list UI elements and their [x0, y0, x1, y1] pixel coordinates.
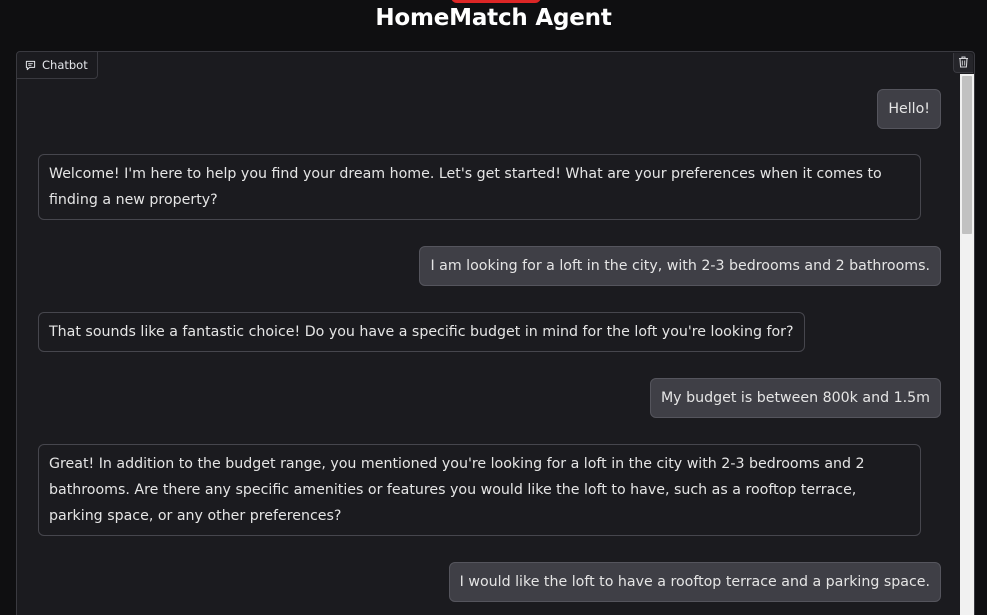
chat-scrollbar[interactable] — [960, 74, 974, 615]
chat-scrollbar-thumb[interactable] — [962, 76, 972, 234]
chatbot-label: Chatbot — [17, 52, 98, 79]
bot-message: Welcome! I'm here to help you find your … — [38, 154, 921, 220]
user-message: I would like the loft to have a rooftop … — [448, 562, 941, 602]
trash-icon — [958, 53, 969, 72]
user-message: I am looking for a loft in the city, wit… — [419, 246, 941, 286]
app-page: HomeMatch Agent Chatbot Hello! Welcome! … — [0, 0, 987, 615]
bot-message: Great! In addition to the budget range, … — [38, 444, 921, 536]
bot-message: That sounds like a fantastic choice! Do … — [38, 312, 805, 352]
user-message: Hello! — [877, 89, 941, 129]
page-title: HomeMatch Agent — [375, 5, 612, 31]
chat-bubble-icon — [25, 60, 36, 71]
chatbot-label-text: Chatbot — [42, 58, 88, 72]
clear-chat-button[interactable] — [953, 53, 973, 73]
user-message: My budget is between 800k and 1.5m — [649, 378, 941, 418]
chatbot-panel: Chatbot Hello! Welcome! I'm here to help… — [16, 51, 975, 615]
